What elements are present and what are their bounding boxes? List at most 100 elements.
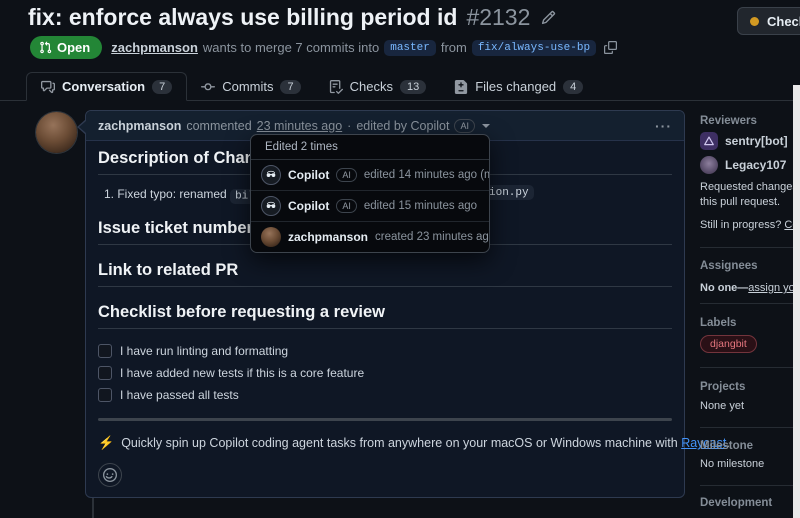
reviewer-avatar [700, 156, 718, 174]
add-reaction-button[interactable] [98, 463, 122, 487]
tab-conversation[interactable]: Conversation 7 [26, 72, 187, 101]
checklist-item: I have added new tests if this is a core… [98, 366, 672, 380]
pr-meta-row: Open zachpmanson wants to merge 7 commit… [30, 36, 617, 59]
comment-action-word: commented [186, 119, 251, 133]
tab-counter: 7 [280, 80, 300, 94]
checklist-icon [329, 80, 343, 94]
merge-text: wants to merge 7 commits into [203, 40, 379, 55]
tip-text: Quickly spin up Copilot coding agent tas… [121, 436, 730, 450]
chevron-down-icon [482, 124, 490, 128]
comment-options-kebab-icon[interactable]: ··· [655, 118, 672, 134]
checklist-label: I have passed all tests [120, 388, 239, 402]
from-word: from [441, 40, 467, 55]
sentry-bot-avatar [700, 132, 718, 150]
sidebar-divider [700, 485, 793, 486]
reviewer-name: sentry[bot] [725, 134, 788, 148]
tab-counter: 4 [563, 80, 583, 94]
editor-name: Copilot [288, 199, 329, 213]
reviewer-row[interactable]: Legacy107 [700, 156, 786, 174]
assignees-heading: Assignees [700, 260, 758, 272]
reviewer-row[interactable]: sentry[bot] [700, 132, 788, 150]
lightning-icon: ⚡ [98, 435, 114, 451]
edit-history-item[interactable]: Copilot AI edited 14 minutes ago (most r… [251, 160, 489, 191]
milestone-value: No milestone [700, 457, 764, 472]
heading-related-pr: Link to related PR [98, 261, 672, 287]
tab-checks[interactable]: Checks 13 [315, 73, 441, 100]
ai-badge: AI [336, 168, 357, 182]
sidebar-divider [700, 303, 793, 304]
edit-history-item[interactable]: Copilot AI edited 15 minutes ago [251, 191, 489, 222]
edited-by-text: edited by Copilot [356, 119, 449, 133]
pr-state-badge: Open [30, 36, 102, 59]
labels-heading: Labels [700, 317, 736, 329]
heading-checklist: Checklist before requesting a review [98, 303, 672, 329]
comment-separator: · [347, 119, 351, 133]
tab-label: Commits [222, 79, 273, 94]
pr-title: fix: enforce always use billing period i… [28, 4, 556, 31]
tab-counter: 13 [400, 80, 426, 94]
edit-history-item[interactable]: zachpmanson created 23 minutes ago [251, 222, 489, 252]
base-branch-label[interactable]: master [384, 40, 436, 56]
tab-files-changed[interactable]: Files changed 4 [440, 73, 597, 100]
projects-value: None yet [700, 399, 744, 414]
projects-heading: Projects [700, 381, 745, 393]
comment-icon [41, 80, 55, 94]
smiley-icon [103, 468, 117, 482]
pr-title-text: fix: enforce always use billing period i… [28, 4, 457, 31]
checklist-item: I have run linting and formatting [98, 344, 672, 358]
reviewers-heading: Reviewers [700, 115, 757, 127]
checkbox[interactable] [98, 366, 112, 380]
assign-yourself-link[interactable]: assign yourself [748, 282, 794, 294]
copilot-tip: ⚡ Quickly spin up Copilot coding agent t… [98, 435, 672, 451]
labels-list: djangbit [700, 334, 757, 353]
milestone-heading: Milestone [700, 440, 753, 452]
head-branch-label[interactable]: fix/always-use-bp [472, 40, 596, 56]
tab-label: Checks [350, 79, 393, 94]
tab-counter: 7 [152, 80, 172, 94]
checkbox[interactable] [98, 344, 112, 358]
git-commit-icon [201, 80, 215, 94]
edit-time: created 23 minutes ago [375, 231, 490, 243]
timeline-connector [92, 498, 94, 518]
label-pill[interactable]: djangbit [700, 335, 757, 353]
assignees-value: No one—assign yourself [700, 281, 794, 296]
checkbox[interactable] [98, 388, 112, 402]
checklist-label: I have run linting and formatting [120, 344, 288, 358]
copilot-avatar [261, 196, 281, 216]
copilot-avatar [261, 165, 281, 185]
inline-code: ion.py [484, 185, 534, 200]
git-pull-request-icon [39, 41, 52, 54]
sidebar-divider [700, 427, 793, 428]
ai-badge: AI [454, 119, 475, 133]
reviewer-name: Legacy107 [725, 158, 786, 172]
pr-state-label: Open [57, 40, 90, 55]
edited-by-toggle[interactable]: edited by Copilot AI [356, 119, 490, 133]
tab-label: Conversation [62, 79, 145, 94]
edit-history-popup: Edited 2 times Copilot AI edited 14 minu… [250, 134, 490, 253]
author-link[interactable]: zachpmanson [111, 40, 198, 55]
checklist-item: I have passed all tests [98, 388, 672, 402]
checklist-label: I have added new tests if this is a core… [120, 366, 364, 380]
edit-title-icon[interactable] [541, 10, 556, 25]
comment-author-avatar[interactable] [36, 112, 77, 153]
development-heading: Development [700, 497, 772, 509]
editor-name: zachpmanson [288, 230, 368, 244]
window-edge [793, 85, 800, 518]
review-required-note: Requested changes mus this pull request. [700, 180, 794, 210]
pr-sidebar: Reviewers sentry[bot] Legacy107 Requeste… [700, 0, 794, 518]
sidebar-divider [700, 367, 793, 368]
list-item-text: 1. Fixed typo: renamed [104, 187, 227, 201]
edit-time: edited 14 minutes ago (most recent) [364, 169, 490, 181]
comment-author-link[interactable]: zachpmanson [98, 119, 181, 133]
divider [98, 418, 672, 421]
tab-label: Files changed [475, 79, 556, 94]
copy-branch-icon[interactable] [604, 41, 617, 54]
ai-badge: AI [336, 199, 357, 213]
checklist: I have run linting and formatting I have… [98, 344, 672, 402]
comment-timestamp-link[interactable]: 23 minutes ago [257, 119, 342, 133]
pr-page: fix: enforce always use billing period i… [0, 0, 800, 518]
comment-caret [77, 119, 86, 135]
convert-to-draft: Still in progress? Conver [700, 218, 794, 233]
sidebar-divider [700, 247, 793, 248]
tab-commits[interactable]: Commits 7 [187, 73, 314, 100]
